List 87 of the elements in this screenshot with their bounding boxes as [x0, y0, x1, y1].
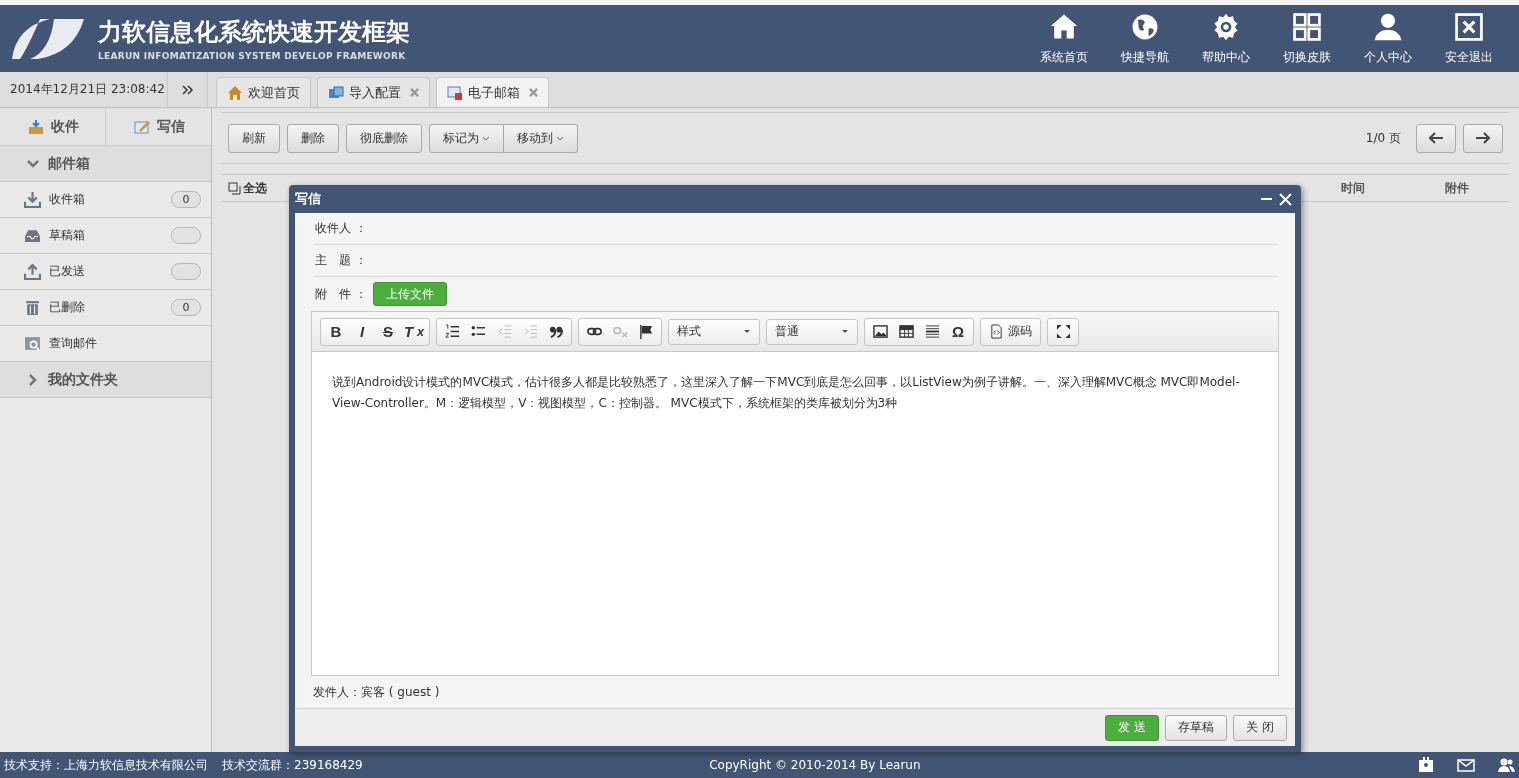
folder-group[interactable]: 我的文件夹 [0, 362, 211, 398]
app-subtitle: LEARUN INFOMATIZATION SYSTEM DEVELOP FRAMEWORK [98, 51, 406, 61]
format-button[interactable]: Ω [945, 319, 971, 344]
count-badge: 0 [171, 299, 201, 316]
caret-icon [556, 135, 564, 141]
toolbar-button[interactable]: 删除 [287, 123, 339, 153]
upload-icon [24, 263, 41, 280]
column-header: 附件 [1445, 179, 1469, 197]
bullet-list-icon [470, 324, 486, 339]
trash-icon [24, 299, 41, 316]
numbered-list-icon [444, 324, 460, 339]
editor-select[interactable]: 样式 [668, 318, 760, 345]
nav-button[interactable]: 个人中心 [1347, 11, 1428, 66]
form-field[interactable]: 主 题 ： [313, 245, 1277, 277]
editor-content[interactable]: 说到Android设计模式的MVC模式，估计很多人都是比较熟悉了，这里深入了解一下MVC到底是怎么回事，以ListView为例子讲解。一、深入理解MVC概念 MVC即Model-View-Controller。M：逻辑模型，V：视图模型，C：控制器。 MVC模式下，系统框架的类库被划分为3种 [312, 352, 1278, 675]
windows-icon [328, 84, 344, 101]
close-box-icon [1452, 11, 1485, 43]
caret-icon [482, 135, 490, 141]
select-all-button[interactable]: 全选 [222, 178, 273, 198]
column-header: 时间 [1341, 179, 1365, 197]
next-page-button[interactable] [1463, 123, 1503, 153]
copyright-text: CopyRight © 2010-2014 By Learun [709, 758, 921, 772]
inbox-icon [26, 118, 45, 135]
image-icon [872, 324, 888, 339]
footer-text: 技术支持：上海力软信息技术有限公司 [4, 756, 208, 774]
download-icon [24, 191, 41, 208]
previous-page-button[interactable] [1416, 123, 1456, 153]
close-button[interactable] [1276, 192, 1295, 206]
maximize-icon [1055, 324, 1071, 339]
form-field[interactable]: 收件人 ： [313, 213, 1277, 245]
sender-text: 发件人：宾客 ( guest ) [313, 683, 440, 701]
mail-icon [447, 84, 463, 101]
source-button[interactable]: 源码 [983, 319, 1038, 344]
minimize-icon [1260, 198, 1273, 200]
tab[interactable]: 电子邮箱 [436, 77, 549, 107]
count-badge: 0 [171, 191, 201, 208]
tab[interactable]: 导入配置 [317, 77, 430, 107]
toolbar-button[interactable]: 刷新 [228, 123, 280, 153]
app-title: 力软信息化系统快速开发框架 [98, 17, 410, 48]
arrow-right-icon [1475, 131, 1491, 145]
nav-button[interactable]: 帮助中心 [1185, 11, 1266, 66]
caret-icon [841, 329, 849, 334]
flag-icon [638, 324, 654, 339]
copy-icon [228, 181, 241, 195]
grid-icon [1290, 11, 1323, 43]
nav-button[interactable]: 安全退出 [1428, 11, 1509, 66]
document-code-icon [989, 324, 1004, 339]
quote-icon [548, 324, 564, 339]
dropdown-button[interactable]: 移动到 [504, 123, 578, 153]
double-chevron-icon [181, 84, 194, 95]
close-icon [1279, 192, 1292, 206]
format-button[interactable]: S [375, 319, 401, 344]
dialog-button[interactable]: 关 闭 [1233, 714, 1287, 741]
count-badge [171, 227, 201, 244]
horizontal-rule-icon [924, 324, 940, 339]
attachment-label: 附 件 ： [315, 285, 367, 303]
contact-card-icon[interactable] [1417, 757, 1435, 773]
count-badge [171, 263, 201, 280]
house-icon [227, 84, 243, 101]
editor-select[interactable]: 普通 [766, 318, 858, 345]
toolbar-button[interactable]: 彻底删除 [346, 123, 422, 153]
tray-icon [24, 227, 41, 244]
dialog-button[interactable]: 存草稿 [1165, 714, 1228, 741]
arrow-left-icon [1428, 131, 1444, 145]
nav-button[interactable]: 切换皮肤 [1266, 11, 1347, 66]
users-icon[interactable] [1497, 757, 1515, 773]
dialog-title: 写信 [295, 190, 322, 208]
outdent-icon [496, 324, 512, 339]
tab[interactable]: 欢迎首页 [216, 77, 311, 107]
mail-icon[interactable] [1457, 757, 1475, 773]
mailbox-group[interactable]: 邮件箱 [0, 146, 211, 182]
unlink-icon [612, 324, 628, 339]
format-button[interactable]: I [349, 319, 375, 344]
footer-text: 技术交流群：239168429 [222, 756, 363, 774]
dropdown-button[interactable]: 标记为 [429, 123, 504, 153]
format-button[interactable]: B [323, 319, 349, 344]
page-indicator: 1/0 页 [1365, 129, 1401, 147]
sidebar-action-button[interactable]: 写信 [105, 108, 211, 145]
nav-button[interactable]: 快捷导航 [1104, 11, 1185, 66]
compose-icon [132, 118, 151, 135]
sidebar-action-button[interactable]: 收件 [0, 108, 105, 145]
nav-button[interactable]: 系统首页 [1023, 11, 1104, 66]
search-icon [24, 335, 41, 352]
indent-icon [522, 324, 538, 339]
table-icon [898, 324, 914, 339]
caret-icon [743, 329, 751, 334]
close-icon[interactable] [529, 88, 538, 97]
